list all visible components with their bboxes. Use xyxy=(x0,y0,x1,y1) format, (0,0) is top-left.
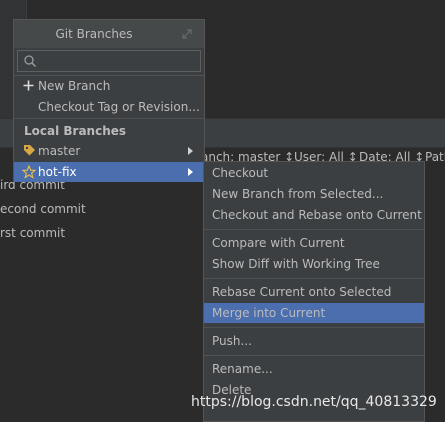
branch-search-input[interactable] xyxy=(17,50,201,72)
plus-icon xyxy=(23,80,34,91)
checkout-tag-label: Checkout Tag or Revision... xyxy=(38,100,200,114)
commit-row[interactable]: rst commit xyxy=(0,226,65,240)
search-icon xyxy=(24,55,37,68)
checkout-item[interactable]: Checkout xyxy=(204,163,424,183)
checkout-and-rebase-item[interactable]: Checkout and Rebase onto Current xyxy=(204,205,424,225)
popup-title: Git Branches xyxy=(55,27,133,41)
rename-item[interactable]: Rename... xyxy=(204,359,424,379)
chevron-right-icon xyxy=(188,147,193,155)
branch-label: hot-fix xyxy=(38,165,77,179)
new-branch-item[interactable]: New Branch xyxy=(14,76,204,96)
checkout-tag-item[interactable]: Checkout Tag or Revision... xyxy=(14,97,204,117)
separator xyxy=(204,278,424,279)
local-branches-heading: Local Branches xyxy=(24,124,127,138)
path-filter[interactable]: Path xyxy=(425,150,445,164)
chevron-right-icon xyxy=(188,168,193,176)
git-branches-popup: Git Branches New Branch Checkout Tag or … xyxy=(13,19,205,182)
separator xyxy=(204,355,424,356)
tag-icon xyxy=(24,145,35,156)
branch-label: master xyxy=(38,144,81,158)
branch-actions-submenu: Checkout New Branch from Selected... Che… xyxy=(203,161,425,422)
separator xyxy=(204,327,424,328)
commit-row[interactable]: econd commit xyxy=(0,202,86,216)
merge-into-current-item[interactable]: Merge into Current xyxy=(204,303,424,323)
separator xyxy=(204,229,424,230)
branch-item-hot-fix[interactable]: hot-fix xyxy=(14,162,204,182)
separator xyxy=(14,118,204,119)
new-branch-from-selected-item[interactable]: New Branch from Selected... xyxy=(204,184,424,204)
show-diff-item[interactable]: Show Diff with Working Tree xyxy=(204,254,424,274)
branch-item-master[interactable]: master xyxy=(14,141,204,161)
watermark: https://blog.csdn.net/qq_40813329 xyxy=(191,394,437,410)
popup-header: Git Branches xyxy=(14,20,204,48)
push-item[interactable]: Push... xyxy=(204,331,424,351)
compare-with-current-item[interactable]: Compare with Current xyxy=(204,233,424,253)
star-icon xyxy=(22,165,36,179)
expand-icon[interactable] xyxy=(181,28,193,40)
new-branch-label: New Branch xyxy=(38,79,111,93)
rebase-current-item[interactable]: Rebase Current onto Selected xyxy=(204,282,424,302)
